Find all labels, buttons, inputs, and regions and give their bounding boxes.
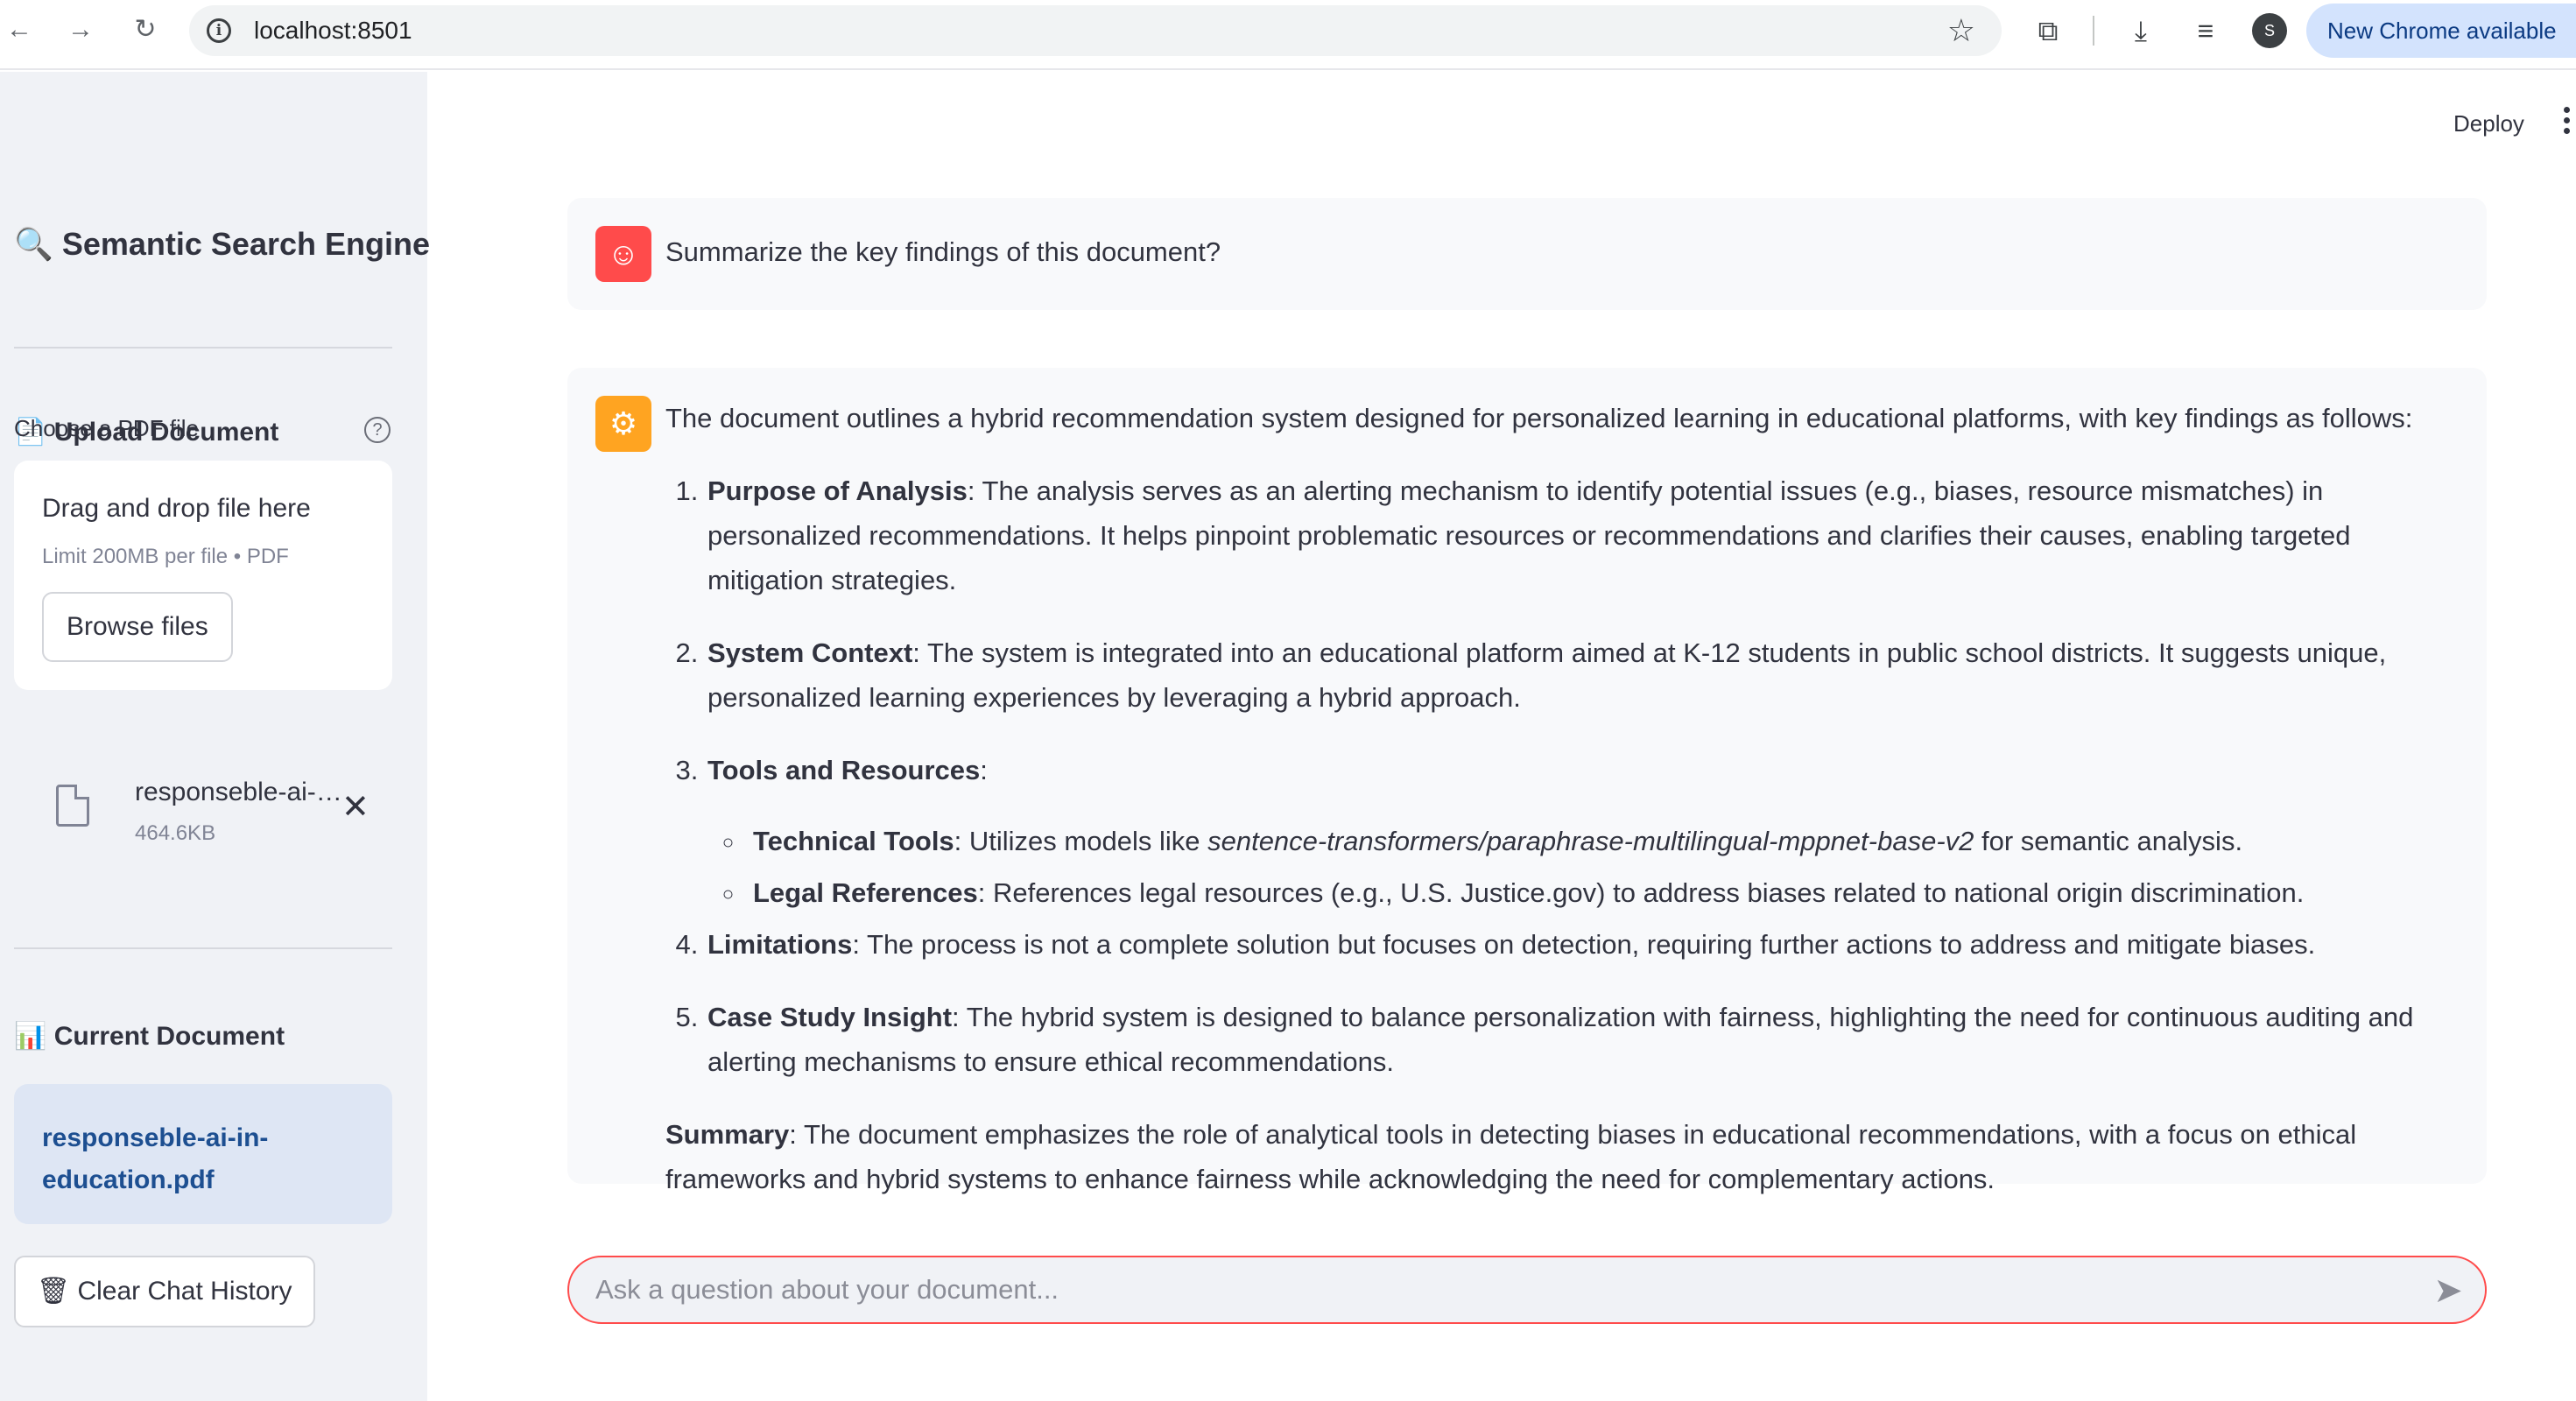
chat-input[interactable] — [595, 1268, 2390, 1312]
model-name: sentence-transformers/paraphrase-multili… — [1207, 826, 1974, 856]
current-document-name: responseble-ai-in-education.pdf — [42, 1123, 269, 1194]
sub-finding-text: : Utilizes models like — [954, 826, 1208, 856]
media-controls-icon[interactable]: ≡ — [2187, 12, 2224, 49]
uploaded-file-size: 464.6KB — [135, 821, 216, 845]
summary-title: Summary — [665, 1119, 790, 1150]
finding-title: System Context — [707, 637, 913, 668]
user-avatar-icon: ☺ — [595, 226, 651, 282]
wastebasket-icon: 🗑 — [37, 1277, 71, 1306]
file-dropzone[interactable]: Drag and drop file here Limit 200MB per … — [14, 461, 392, 690]
list-item: Technical Tools: Utilizes models like se… — [746, 819, 2452, 863]
main-menu-icon[interactable] — [2564, 107, 2571, 137]
file-icon — [56, 785, 89, 827]
app-title-text: Semantic Search Engine — [61, 226, 430, 262]
download-icon[interactable]: ⤓ — [2122, 12, 2159, 49]
robot-avatar-icon: ⚙ — [595, 396, 651, 452]
user-message-text: Summarize the key findings of this docum… — [665, 236, 1221, 267]
site-info-icon[interactable]: i — [207, 18, 231, 43]
sidebar: 🔍 Semantic Search Engine 📄 Upload Docume… — [0, 72, 430, 1401]
assistant-message-content: The document outlines a hybrid recommend… — [665, 396, 2452, 1201]
update-chrome-button[interactable]: New Chrome available — [2306, 4, 2576, 58]
list-item: Case Study Insight: The hybrid system is… — [706, 995, 2452, 1084]
uploader-label: Choose a PDF file — [14, 415, 199, 441]
back-icon[interactable]: ← — [2, 12, 37, 47]
uploaded-file-name: responseble-ai-in-education.pdf — [135, 778, 343, 806]
list-item: Tools and Resources: Technical Tools: Ut… — [706, 748, 2452, 915]
finding-title: Tools and Resources — [707, 755, 981, 785]
deploy-button[interactable]: Deploy — [2453, 110, 2524, 137]
browser-toolbar: ← → ↻ i localhost:8501 ☆ ⧉ ⤓ ≡ S New Chr… — [0, 0, 2576, 70]
sidebar-divider — [14, 947, 392, 949]
toolbar-divider — [2093, 16, 2094, 46]
summary-text: : The document emphasizes the role of an… — [665, 1119, 2357, 1194]
findings-list: Purpose of Analysis: The analysis serves… — [706, 468, 2452, 1084]
sub-finding-text: for semantic analysis. — [1974, 826, 2243, 856]
address-bar[interactable]: i localhost:8501 ☆ — [189, 5, 2002, 56]
magnifier-icon: 🔍 — [14, 226, 53, 262]
clear-chat-label: Clear Chat History — [77, 1277, 292, 1306]
finding-title: Limitations — [707, 929, 853, 960]
sub-finding-text: : References legal resources (e.g., U.S.… — [977, 877, 2305, 908]
sidebar-divider — [14, 347, 392, 348]
browse-files-button[interactable]: Browse files — [42, 592, 233, 662]
list-item: System Context: The system is integrated… — [706, 630, 2452, 720]
help-icon[interactable]: ? — [364, 417, 391, 443]
profile-avatar[interactable]: S — [2252, 13, 2287, 48]
chat-input-container: ➤ — [567, 1256, 2487, 1324]
dropzone-title: Drag and drop file here — [42, 494, 311, 523]
app-title: 🔍 Semantic Search Engine — [14, 226, 430, 263]
send-icon[interactable]: ➤ — [2429, 1271, 2467, 1310]
user-message: ☺ Summarize the key findings of this doc… — [567, 198, 2487, 310]
assistant-intro: The document outlines a hybrid recommend… — [665, 403, 2413, 433]
list-item: Legal References: References legal resou… — [746, 870, 2452, 915]
finding-text: : The process is not a complete solution… — [852, 929, 2316, 960]
current-document-heading: 📊 Current Document — [14, 1021, 285, 1052]
reload-icon[interactable]: ↻ — [128, 12, 163, 47]
uploaded-file: responseble-ai-in-education.pdf 464.6KB … — [14, 772, 392, 860]
assistant-summary: Summary: The document emphasizes the rol… — [665, 1112, 2452, 1201]
current-document-heading-text: Current Document — [53, 1022, 285, 1051]
finding-title: Purpose of Analysis — [707, 475, 968, 506]
sub-finding-title: Technical Tools — [753, 826, 954, 856]
dropzone-limit: Limit 200MB per file • PDF — [42, 545, 289, 568]
finding-text: : The system is integrated into an educa… — [707, 637, 2387, 713]
current-document-box: responseble-ai-in-education.pdf — [14, 1084, 392, 1224]
bookmark-star-icon[interactable]: ☆ — [1947, 12, 1975, 49]
forward-icon[interactable]: → — [63, 12, 98, 47]
close-icon[interactable]: ✕ — [341, 790, 370, 825]
list-item: Purpose of Analysis: The analysis serves… — [706, 468, 2452, 602]
assistant-message: ⚙ The document outlines a hybrid recomme… — [567, 368, 2487, 1194]
finding-text: : The hybrid system is designed to balan… — [707, 1002, 2414, 1077]
sub-finding-title: Legal References — [753, 877, 978, 908]
url-text[interactable]: localhost:8501 — [254, 17, 412, 45]
list-item: Limitations: The process is not a comple… — [706, 922, 2452, 967]
bar-chart-icon: 📊 — [14, 1022, 47, 1051]
finding-title: Case Study Insight — [707, 1002, 953, 1032]
clear-chat-button[interactable]: 🗑 Clear Chat History — [14, 1256, 315, 1327]
finding-text: : — [980, 755, 988, 785]
sub-list: Technical Tools: Utilizes models like se… — [746, 819, 2452, 915]
extensions-icon[interactable]: ⧉ — [2030, 12, 2066, 49]
